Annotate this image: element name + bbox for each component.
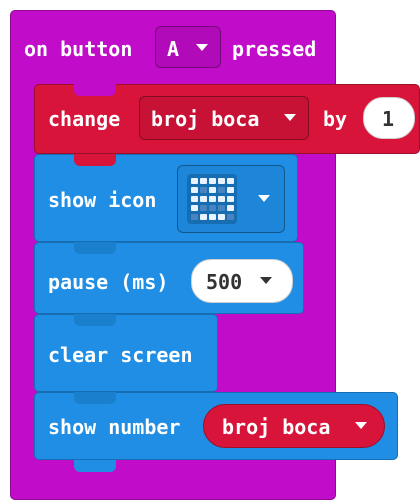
event-suffix-label: pressed (232, 37, 317, 61)
button-dropdown-caret-icon (196, 44, 208, 51)
show-number-variable-value: broj boca (222, 415, 331, 439)
show-icon-block-notch (74, 154, 116, 166)
change-by-label: by (323, 107, 348, 131)
show-number-block-notch (74, 392, 116, 404)
pause-duration-value: 500 (206, 270, 243, 294)
button-dropdown[interactable] (155, 26, 221, 68)
icon-grid-icon (191, 178, 234, 220)
show-number-variable-caret-icon (355, 422, 367, 429)
icon-preview (187, 174, 237, 224)
pause-block-notch (74, 242, 116, 254)
change-amount-value: 1 (382, 107, 395, 131)
change-keyword-label: change (48, 107, 121, 131)
change-variable-caret-icon (284, 114, 296, 121)
show-number-label: show number (48, 415, 181, 439)
show-icon-label: show icon (48, 188, 157, 212)
event-prefix-label: on button (24, 37, 133, 61)
change-variable-value: broj boca (151, 107, 260, 131)
pause-label: pause (ms) (48, 270, 169, 294)
event-block-bottom-notch (74, 460, 116, 472)
change-block-notch (74, 84, 116, 96)
clear-block-notch (74, 314, 116, 326)
icon-picker-caret-icon (258, 195, 270, 202)
pause-duration-caret-icon (260, 277, 272, 284)
button-dropdown-value: A (167, 37, 180, 61)
clear-screen-label: clear screen (48, 343, 193, 367)
